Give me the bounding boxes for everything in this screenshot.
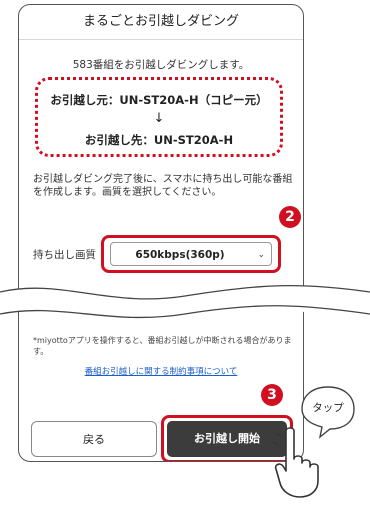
restrictions-link[interactable]: 番組お引越しに関する制約事項について (19, 365, 303, 377)
quality-select-value: 650kbps(360p) (135, 249, 225, 261)
step-2-badge: 2 (279, 206, 301, 228)
down-arrow-icon: ↓ (153, 111, 165, 126)
tap-label: タップ (312, 402, 344, 414)
back-button[interactable]: 戻る (31, 421, 157, 457)
step-3-badge: 3 (261, 384, 283, 406)
quality-label: 持ち出し画質 (33, 249, 96, 261)
quality-select[interactable]: 650kbps(360p) ⌄ (110, 242, 272, 266)
start-moving-button[interactable]: お引越し開始 (167, 421, 287, 457)
instruction-text: お引越しダビング完了後に、スマホに持ち出し可能な番組を作成します。画質を選択して… (33, 174, 293, 198)
destination-device: お引越し先：UN-ST20A-H (84, 133, 234, 147)
transfer-route-box: お引越し元：UN-ST20A-H（コピー元） ↓ お引越し先：UN-ST20A-… (35, 77, 283, 157)
warning-text: *miyottoアプリを操作すると、番組お引越しが中断される場合があります。 (33, 336, 292, 356)
chevron-down-icon: ⌄ (257, 250, 265, 260)
lead-text: 583番組をお引越しダビングします。 (72, 59, 250, 71)
source-device: お引越し元：UN-ST20A-H（コピー元） (50, 93, 268, 107)
dialog-title: まるごとお引越しダビング (19, 5, 303, 40)
pointing-hand-icon (272, 425, 319, 498)
quality-select-highlight: 650kbps(360p) ⌄ (101, 235, 281, 273)
content-break-divider (0, 284, 370, 319)
